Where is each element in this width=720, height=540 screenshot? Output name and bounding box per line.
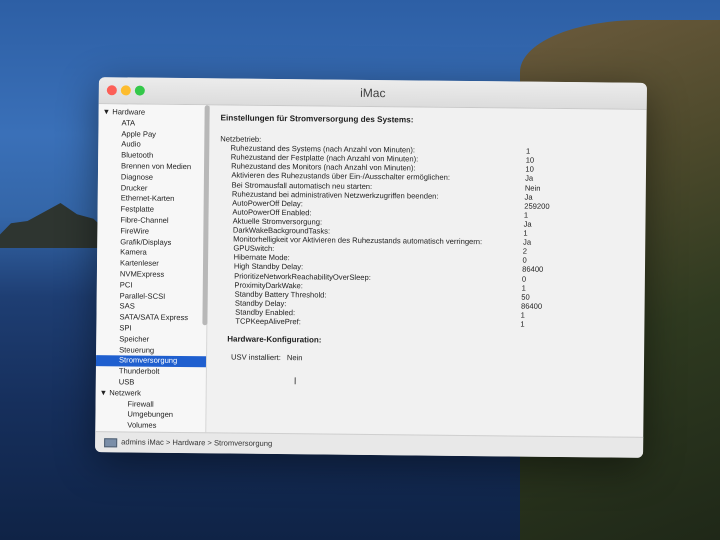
setting-key: Netzbetrieb: <box>220 134 262 144</box>
setting-key: Standby Enabled: <box>235 307 296 318</box>
setting-key: GPUSwitch: <box>233 243 275 254</box>
computer-icon <box>104 438 118 448</box>
setting-value: 1 <box>523 210 529 220</box>
usv-row: USV installiert: Nein <box>231 353 303 363</box>
setting-value: 1 <box>525 146 531 156</box>
setting-key: Hibernate Mode: <box>233 252 290 263</box>
setting-value: 86400 <box>522 264 544 275</box>
detail-pane: Einstellungen für Stromversorgung des Sy… <box>213 105 636 437</box>
sidebar-scrollbar[interactable] <box>202 105 210 326</box>
sidebar[interactable]: ▼ Hardware ATA Apple Pay Audio Bluetooth Bren… <box>95 104 210 434</box>
setting-value: Ja <box>523 219 532 229</box>
setting-value: 2 <box>522 246 528 256</box>
window-title: iMac <box>360 85 386 101</box>
setting-value: 0 <box>521 274 527 284</box>
setting-value: 1 <box>523 228 528 238</box>
setting-value: 10 <box>525 155 535 165</box>
usv-label: USV installiert: <box>231 352 281 363</box>
setting-value: Ja <box>523 237 532 247</box>
setting-key: Standby Delay: <box>234 298 287 308</box>
setting-value: 10 <box>525 164 534 174</box>
path-bar: admins iMac > Hardware > Stromversorgung <box>95 431 644 458</box>
hardware-config-heading: Hardware-Konfiguration: <box>227 334 322 345</box>
setting-key: TCPKeepAlivePref: <box>235 316 301 327</box>
sidebar-item[interactable]: ▼ Netzwerk <box>96 388 206 400</box>
setting-value: 0 <box>522 255 527 265</box>
setting-value: 1 <box>520 310 525 320</box>
setting-value: Ja <box>524 192 533 202</box>
system-information-window: iMac ▼ Hardware ATA Apple Pay Audio Bluetoot… <box>95 77 647 458</box>
setting-value: 1 <box>521 283 526 293</box>
path-text: admins iMac > Hardware > Stromversorgung <box>121 437 273 448</box>
text-cursor-icon: I <box>293 376 297 388</box>
section-heading: Einstellungen für Stromversorgung des Sy… <box>220 113 414 125</box>
setting-value: Nein <box>524 183 541 193</box>
setting-value: 50 <box>521 292 530 302</box>
setting-value: 1 <box>520 319 525 329</box>
usv-value: Nein <box>286 353 303 363</box>
sidebar-item[interactable]: ▼ Hardware <box>99 107 209 119</box>
setting-value: 86400 <box>520 301 543 311</box>
setting-value: Ja <box>525 173 534 184</box>
desktop-wallpaper-island <box>0 203 110 248</box>
setting-value: 259200 <box>524 201 550 211</box>
